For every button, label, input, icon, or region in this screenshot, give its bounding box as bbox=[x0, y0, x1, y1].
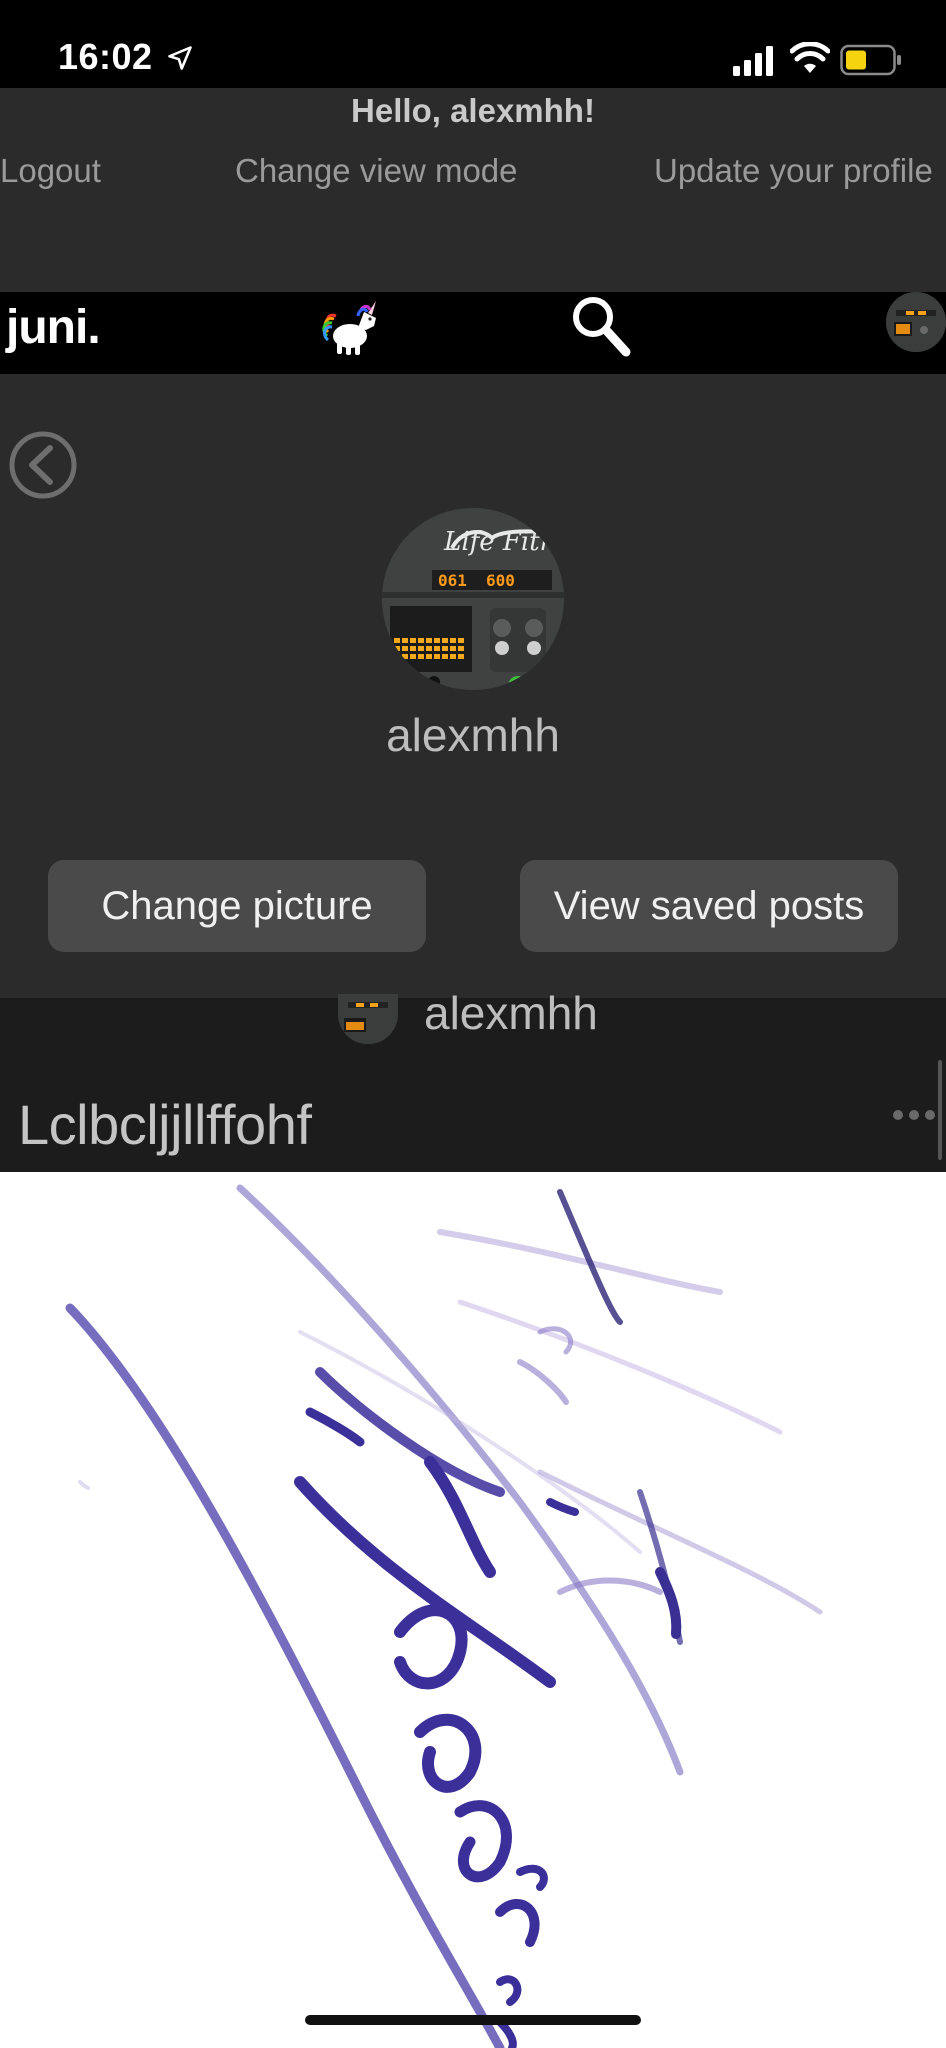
post-title: Lclbcljjllffohf bbox=[18, 1093, 312, 1156]
battery-icon bbox=[840, 44, 901, 76]
search-icon[interactable] bbox=[566, 290, 636, 360]
post-image bbox=[0, 1172, 946, 2048]
unicorn-icon[interactable] bbox=[322, 298, 384, 358]
view-saved-posts-button[interactable]: View saved posts bbox=[520, 860, 898, 952]
update-profile-link[interactable]: Update your profile bbox=[654, 152, 946, 190]
change-picture-button[interactable]: Change picture bbox=[48, 860, 426, 952]
scrollbar[interactable] bbox=[938, 1060, 942, 1160]
profile-avatar: Life Fitn 061 600 bbox=[382, 508, 564, 690]
signal-icon bbox=[733, 46, 773, 76]
profile-username: alexmhh bbox=[386, 709, 560, 761]
profile-avatar-image: Life Fitn 061 600 bbox=[382, 508, 564, 690]
post-author-name[interactable]: alexmhh bbox=[424, 986, 598, 1040]
brand-logo[interactable]: juni. bbox=[6, 300, 101, 355]
status-time: 16:02 bbox=[58, 36, 153, 77]
location-arrow-icon bbox=[168, 46, 192, 70]
app-bar bbox=[0, 292, 946, 374]
more-options-icon[interactable] bbox=[890, 1104, 938, 1126]
home-indicator[interactable] bbox=[305, 2015, 641, 2025]
avatar[interactable] bbox=[886, 292, 946, 352]
status-bar: 16:02 bbox=[0, 0, 946, 88]
greeting-text: Hello, alexmhh! bbox=[351, 92, 595, 129]
svg-text:600: 600 bbox=[486, 571, 515, 590]
svg-text:061: 061 bbox=[438, 571, 467, 590]
avatar-image bbox=[886, 292, 946, 352]
wifi-icon bbox=[790, 42, 830, 73]
handwritten-signature-image bbox=[65, 1184, 823, 2048]
change-view-mode-link[interactable]: Change view mode bbox=[235, 152, 518, 190]
back-button[interactable] bbox=[8, 430, 78, 500]
logout-link[interactable]: Logout bbox=[0, 152, 101, 190]
